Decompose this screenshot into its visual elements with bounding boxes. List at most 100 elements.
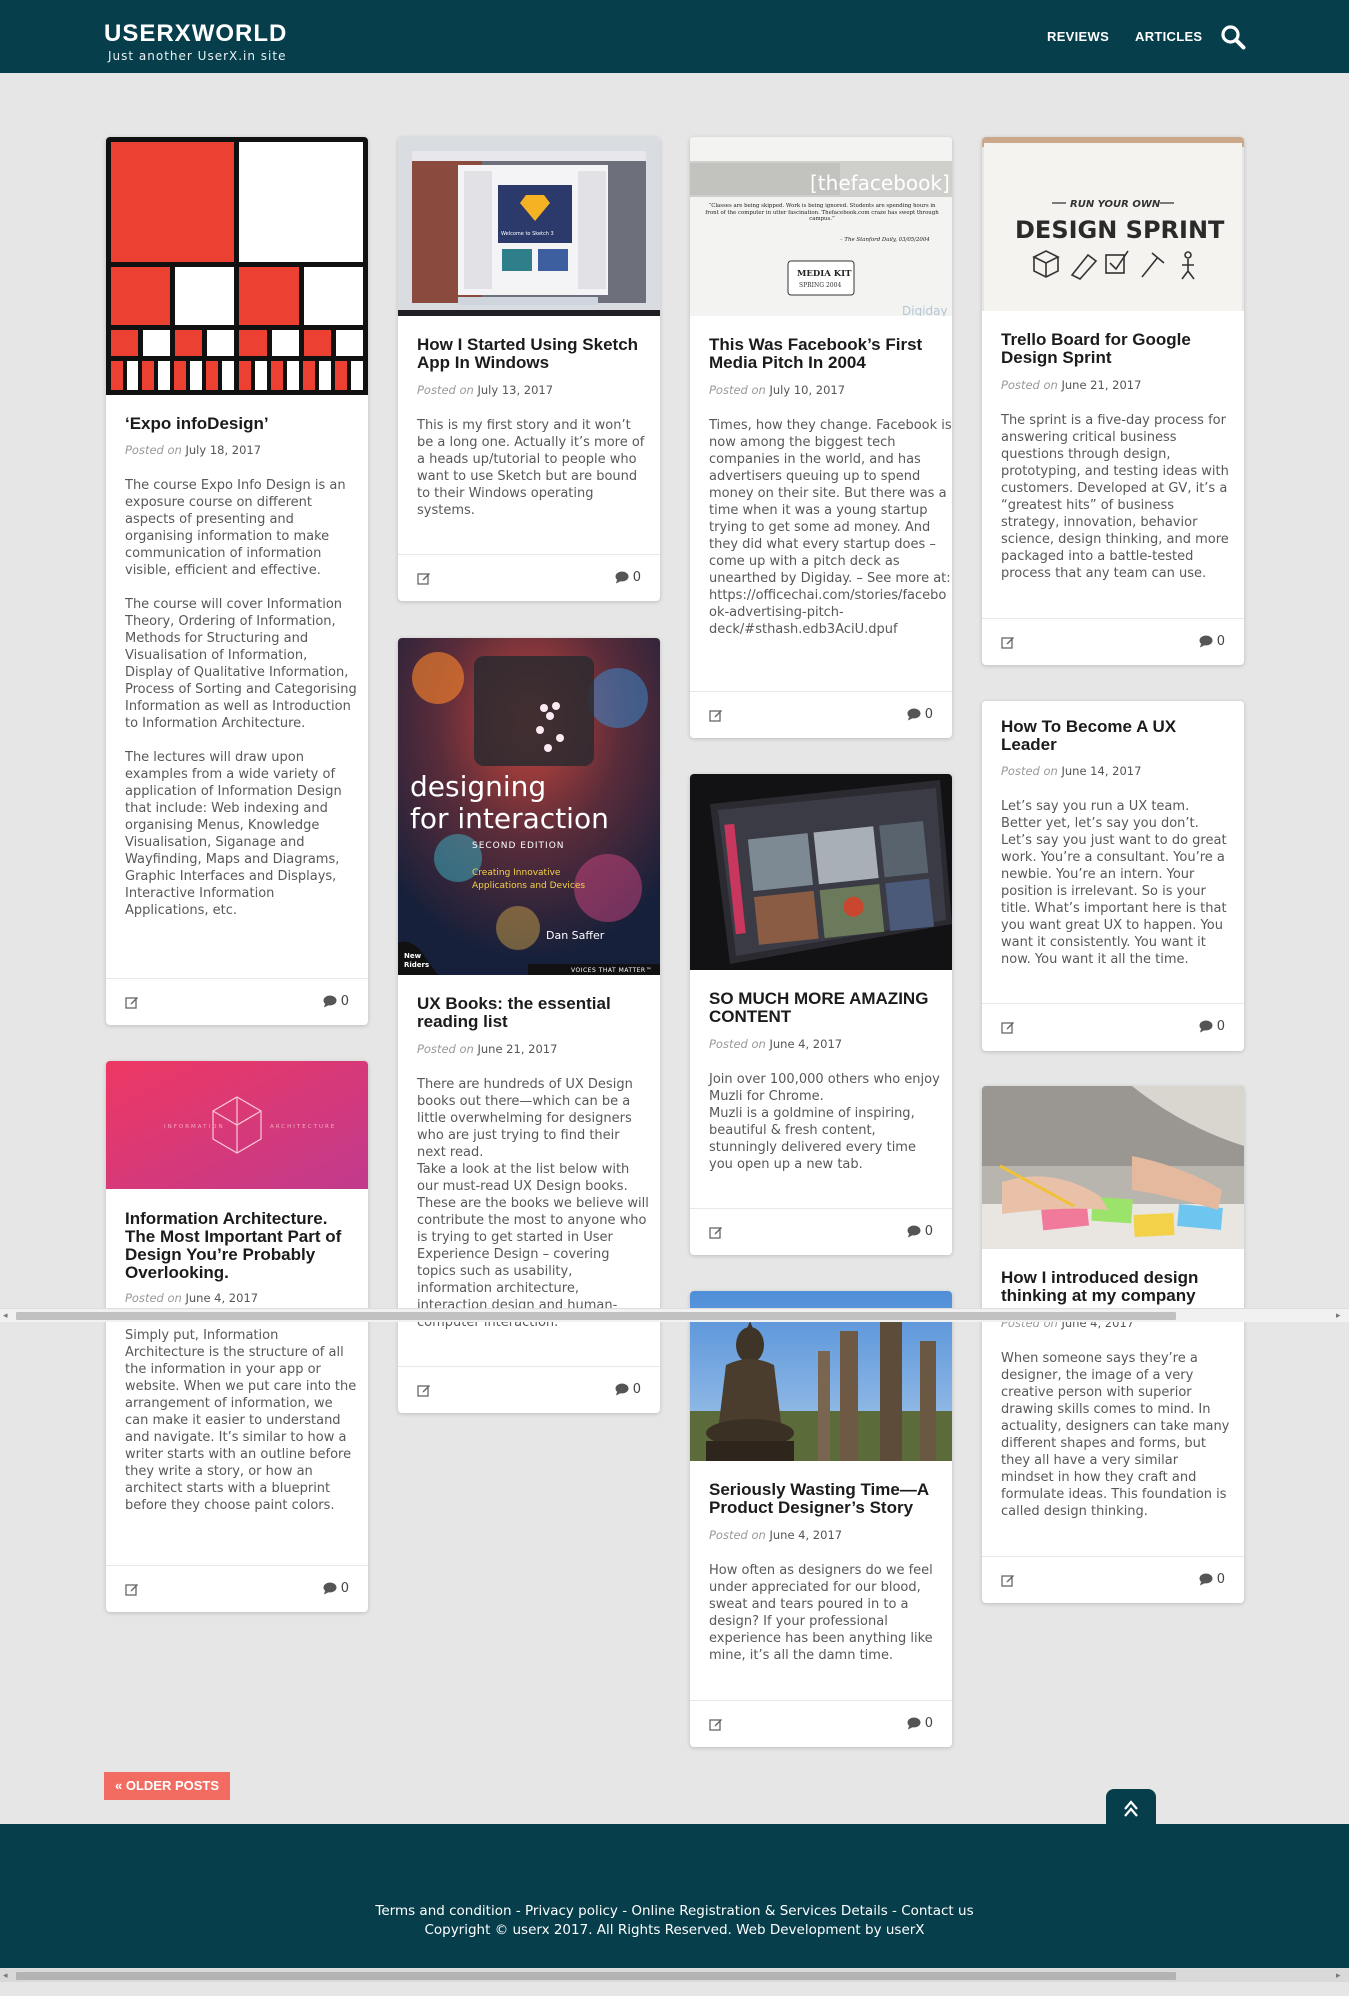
post-date[interactable]: July 13, 2017: [477, 383, 553, 397]
post-meta: Posted on July 18, 2017: [125, 443, 261, 457]
post-thumbnail[interactable]: RUN YOUR OWN DESIGN SPRINT: [982, 137, 1244, 311]
book-publisher-line2: Riders: [404, 961, 429, 969]
comment-count-value: 0: [1216, 1572, 1225, 1587]
post-date[interactable]: June 14, 2017: [1061, 764, 1141, 778]
comment-count[interactable]: 0: [615, 1382, 641, 1397]
book-title-line1: designing: [410, 770, 546, 803]
edit-icon[interactable]: [1001, 635, 1015, 649]
comment-count[interactable]: 0: [615, 570, 641, 585]
post-title[interactable]: How To Become A UX Leader: [1001, 718, 1231, 754]
post-title[interactable]: SO MUCH MORE AMAZING CONTENT: [709, 990, 939, 1026]
post-date[interactable]: June 21, 2017: [477, 1042, 557, 1056]
image-label-information: INFORMATION: [164, 1124, 225, 1130]
comment-count[interactable]: 0: [1199, 634, 1225, 649]
nav-reviews[interactable]: REVIEWS: [1047, 29, 1109, 44]
post-card-facebook-pitch: [thefacebook] “Classes are being skipped…: [690, 137, 952, 738]
scrollbar-thumb[interactable]: [16, 1312, 1176, 1320]
post-thumbnail[interactable]: Welcome to Sketch 3: [398, 137, 660, 316]
post-footer: 0: [690, 1208, 952, 1255]
scroll-left-arrow-icon[interactable]: ◂: [3, 1971, 13, 1981]
post-title[interactable]: UX Books: the essential reading list: [417, 995, 647, 1031]
comment-count[interactable]: 0: [323, 994, 349, 1009]
comment-count[interactable]: 0: [907, 707, 933, 722]
back-to-top-button[interactable]: [1106, 1789, 1156, 1825]
information-architecture-image: INFORMATION ARCHITECTURE: [106, 1061, 368, 1189]
older-posts-button[interactable]: « OLDER POSTS: [104, 1772, 230, 1800]
scroll-right-arrow-icon[interactable]: ▸: [1336, 1971, 1346, 1981]
post-meta: Posted on June 4, 2017: [709, 1528, 842, 1542]
comment-count-value: 0: [1216, 634, 1225, 649]
edit-icon[interactable]: [417, 1383, 431, 1397]
post-title[interactable]: Seriously Wasting Time—A Product Designe…: [709, 1481, 939, 1517]
post-date[interactable]: June 4, 2017: [769, 1528, 842, 1542]
post-thumbnail[interactable]: INFORMATION ARCHITECTURE: [106, 1061, 368, 1189]
scroll-right-arrow-icon[interactable]: ▸: [1336, 1311, 1346, 1321]
post-title[interactable]: Trello Board for Google Design Sprint: [1001, 331, 1231, 367]
post-date[interactable]: June 4, 2017: [769, 1037, 842, 1051]
posted-on-label: Posted on: [417, 1042, 474, 1056]
post-thumbnail[interactable]: [982, 1086, 1244, 1249]
post-thumbnail[interactable]: [106, 137, 368, 395]
post-meta: Posted on June 4, 2017: [709, 1037, 842, 1051]
post-card-ux-books: designing for interaction SECOND EDITION…: [398, 638, 660, 1413]
footer-links[interactable]: Terms and condition - Privacy policy - O…: [0, 1903, 1349, 1919]
post-meta: Posted on July 10, 2017: [709, 383, 845, 397]
edit-icon[interactable]: [417, 571, 431, 585]
post-excerpt: The course Expo Info Design is an exposu…: [125, 478, 357, 918]
horizontal-scrollbar-page[interactable]: ◂ ▸: [0, 1968, 1349, 1982]
post-excerpt: Simply put, Information Architecture is …: [125, 1328, 357, 1513]
post-date[interactable]: June 4, 2017: [185, 1291, 258, 1305]
comment-icon: [1199, 1020, 1213, 1033]
comment-count[interactable]: 0: [907, 1224, 933, 1239]
comment-count[interactable]: 0: [323, 1581, 349, 1596]
edit-icon[interactable]: [1001, 1020, 1015, 1034]
post-date[interactable]: July 18, 2017: [185, 443, 261, 457]
post-thumbnail[interactable]: designing for interaction SECOND EDITION…: [398, 638, 660, 975]
post-thumbnail[interactable]: [690, 774, 952, 970]
edit-icon[interactable]: [709, 1717, 723, 1731]
media-kit-season: SPRING 2004: [799, 282, 841, 289]
sketch-welcome-text: Welcome to Sketch 3: [501, 231, 554, 237]
edit-icon[interactable]: [125, 995, 139, 1009]
sticky-notes-image: [982, 1086, 1244, 1249]
post-card-design-thinking: How I introduced design thinking at my c…: [982, 1086, 1244, 1603]
nav-articles[interactable]: ARTICLES: [1135, 29, 1202, 44]
site-title[interactable]: USERXWORLD: [104, 20, 287, 48]
edit-icon[interactable]: [125, 1582, 139, 1596]
horizontal-scrollbar-inner[interactable]: ◂ ▸: [0, 1308, 1349, 1322]
facebook-quote-text: “Classes are being skipped. Work is bein…: [705, 203, 939, 222]
post-title[interactable]: How I introduced design thinking at my c…: [1001, 1269, 1231, 1305]
post-card-expo-infodesign: ‘Expo infoDesign’ Posted on July 18, 201…: [106, 137, 368, 1025]
posted-on-label: Posted on: [125, 1291, 182, 1305]
post-excerpt: The sprint is a five-day process for ans…: [1001, 413, 1229, 581]
comment-icon: [1199, 635, 1213, 648]
post-thumbnail[interactable]: [thefacebook] “Classes are being skipped…: [690, 137, 952, 316]
comment-count[interactable]: 0: [1199, 1572, 1225, 1587]
comment-count[interactable]: 0: [1199, 1019, 1225, 1034]
sprint-heading-large: DESIGN SPRINT: [1015, 216, 1225, 244]
post-title[interactable]: How I Started Using Sketch App In Window…: [417, 336, 647, 372]
edit-icon[interactable]: [1001, 1573, 1015, 1587]
site-tagline: Just another UserX.in site: [108, 49, 287, 63]
comment-count[interactable]: 0: [907, 1716, 933, 1731]
book-edition: SECOND EDITION: [472, 841, 565, 851]
post-date[interactable]: June 21, 2017: [1061, 378, 1141, 392]
search-icon[interactable]: [1220, 24, 1246, 50]
post-meta: Posted on June 21, 2017: [1001, 378, 1141, 392]
edit-icon[interactable]: [709, 1225, 723, 1239]
post-title[interactable]: This Was Facebook’s First Media Pitch In…: [709, 336, 939, 372]
post-title[interactable]: Information Architecture. The Most Impor…: [125, 1210, 355, 1282]
post-footer: 0: [398, 1366, 660, 1413]
post-footer: 0: [982, 1003, 1244, 1050]
post-date[interactable]: July 10, 2017: [769, 383, 845, 397]
scrollbar-thumb[interactable]: [16, 1972, 1176, 1980]
post-footer: 0: [690, 1700, 952, 1747]
edit-icon[interactable]: [709, 708, 723, 722]
scroll-left-arrow-icon[interactable]: ◂: [3, 1311, 13, 1321]
comment-count-value: 0: [632, 570, 641, 585]
facebook-media-kit-image: [thefacebook] “Classes are being skipped…: [690, 137, 952, 316]
book-series: VOICES THAT MATTER™: [571, 967, 652, 974]
post-title[interactable]: ‘Expo infoDesign’: [125, 415, 355, 433]
book-title-line2: for interaction: [410, 802, 609, 835]
comment-icon: [615, 571, 629, 584]
